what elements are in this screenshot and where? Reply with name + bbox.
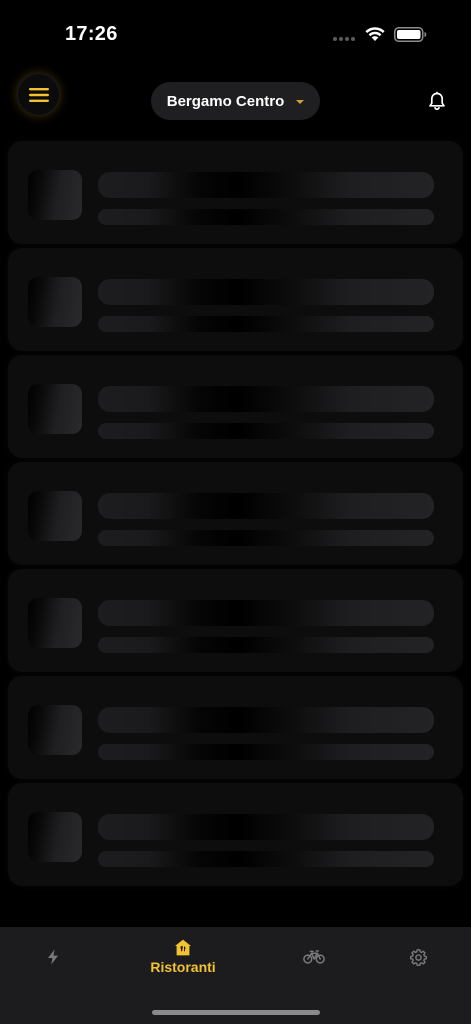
skeleton-subtitle-line: [98, 209, 434, 225]
skeleton-title-line: [98, 279, 434, 305]
skeleton-title-line: [98, 493, 434, 519]
chevron-down-icon: [296, 99, 305, 104]
location-selector[interactable]: Bergamo Centro: [151, 82, 320, 120]
skeleton-card: [8, 462, 463, 565]
screen: 17:26 Bergamo Centro Ristoranti: [0, 0, 471, 1024]
menu-button[interactable]: [17, 73, 60, 116]
status-time: 17:26: [65, 23, 118, 45]
skeleton-thumbnail: [28, 277, 82, 327]
skeleton-card: [8, 569, 463, 672]
skeleton-title-line: [98, 386, 434, 412]
skeleton-card: [8, 676, 463, 779]
skeleton-thumbnail: [28, 170, 82, 220]
wifi-icon: [365, 27, 385, 41]
skeleton-card: [8, 783, 463, 886]
gear-icon: [409, 948, 427, 966]
lightning-icon: [48, 949, 58, 965]
skeleton-subtitle-line: [98, 316, 434, 332]
hamburger-menu-icon: [28, 87, 49, 102]
skeleton-thumbnail: [28, 705, 82, 755]
skeleton-thumbnail: [28, 384, 82, 434]
restaurant-icon: [175, 939, 191, 956]
skeleton-subtitle-line: [98, 423, 434, 439]
tab-settings[interactable]: [407, 927, 429, 987]
cellular-signal-icon: [333, 37, 357, 43]
skeleton-subtitle-line: [98, 530, 434, 546]
bicycle-icon: [303, 950, 325, 964]
home-indicator: [152, 1010, 320, 1015]
skeleton-title-line: [98, 600, 434, 626]
tab-label-ristoranti: Ristoranti: [150, 959, 216, 975]
bell-icon[interactable]: [426, 90, 448, 112]
skeleton-subtitle-line: [98, 851, 434, 867]
restaurant-list-loading: [8, 141, 463, 890]
skeleton-thumbnail: [28, 491, 82, 541]
skeleton-title-line: [98, 814, 434, 840]
skeleton-title-line: [98, 172, 434, 198]
skeleton-thumbnail: [28, 598, 82, 648]
skeleton-card: [8, 141, 463, 244]
tab-flash[interactable]: [33, 927, 73, 987]
skeleton-subtitle-line: [98, 744, 434, 760]
skeleton-subtitle-line: [98, 637, 434, 653]
tab-delivery[interactable]: [300, 927, 328, 987]
tab-ristoranti[interactable]: Ristoranti: [140, 927, 226, 987]
skeleton-thumbnail: [28, 812, 82, 862]
location-label: Bergamo Centro: [166, 92, 285, 110]
battery-icon: [394, 27, 427, 42]
skeleton-card: [8, 248, 463, 351]
skeleton-title-line: [98, 707, 434, 733]
status-bar: 17:26: [0, 0, 471, 60]
skeleton-card: [8, 355, 463, 458]
